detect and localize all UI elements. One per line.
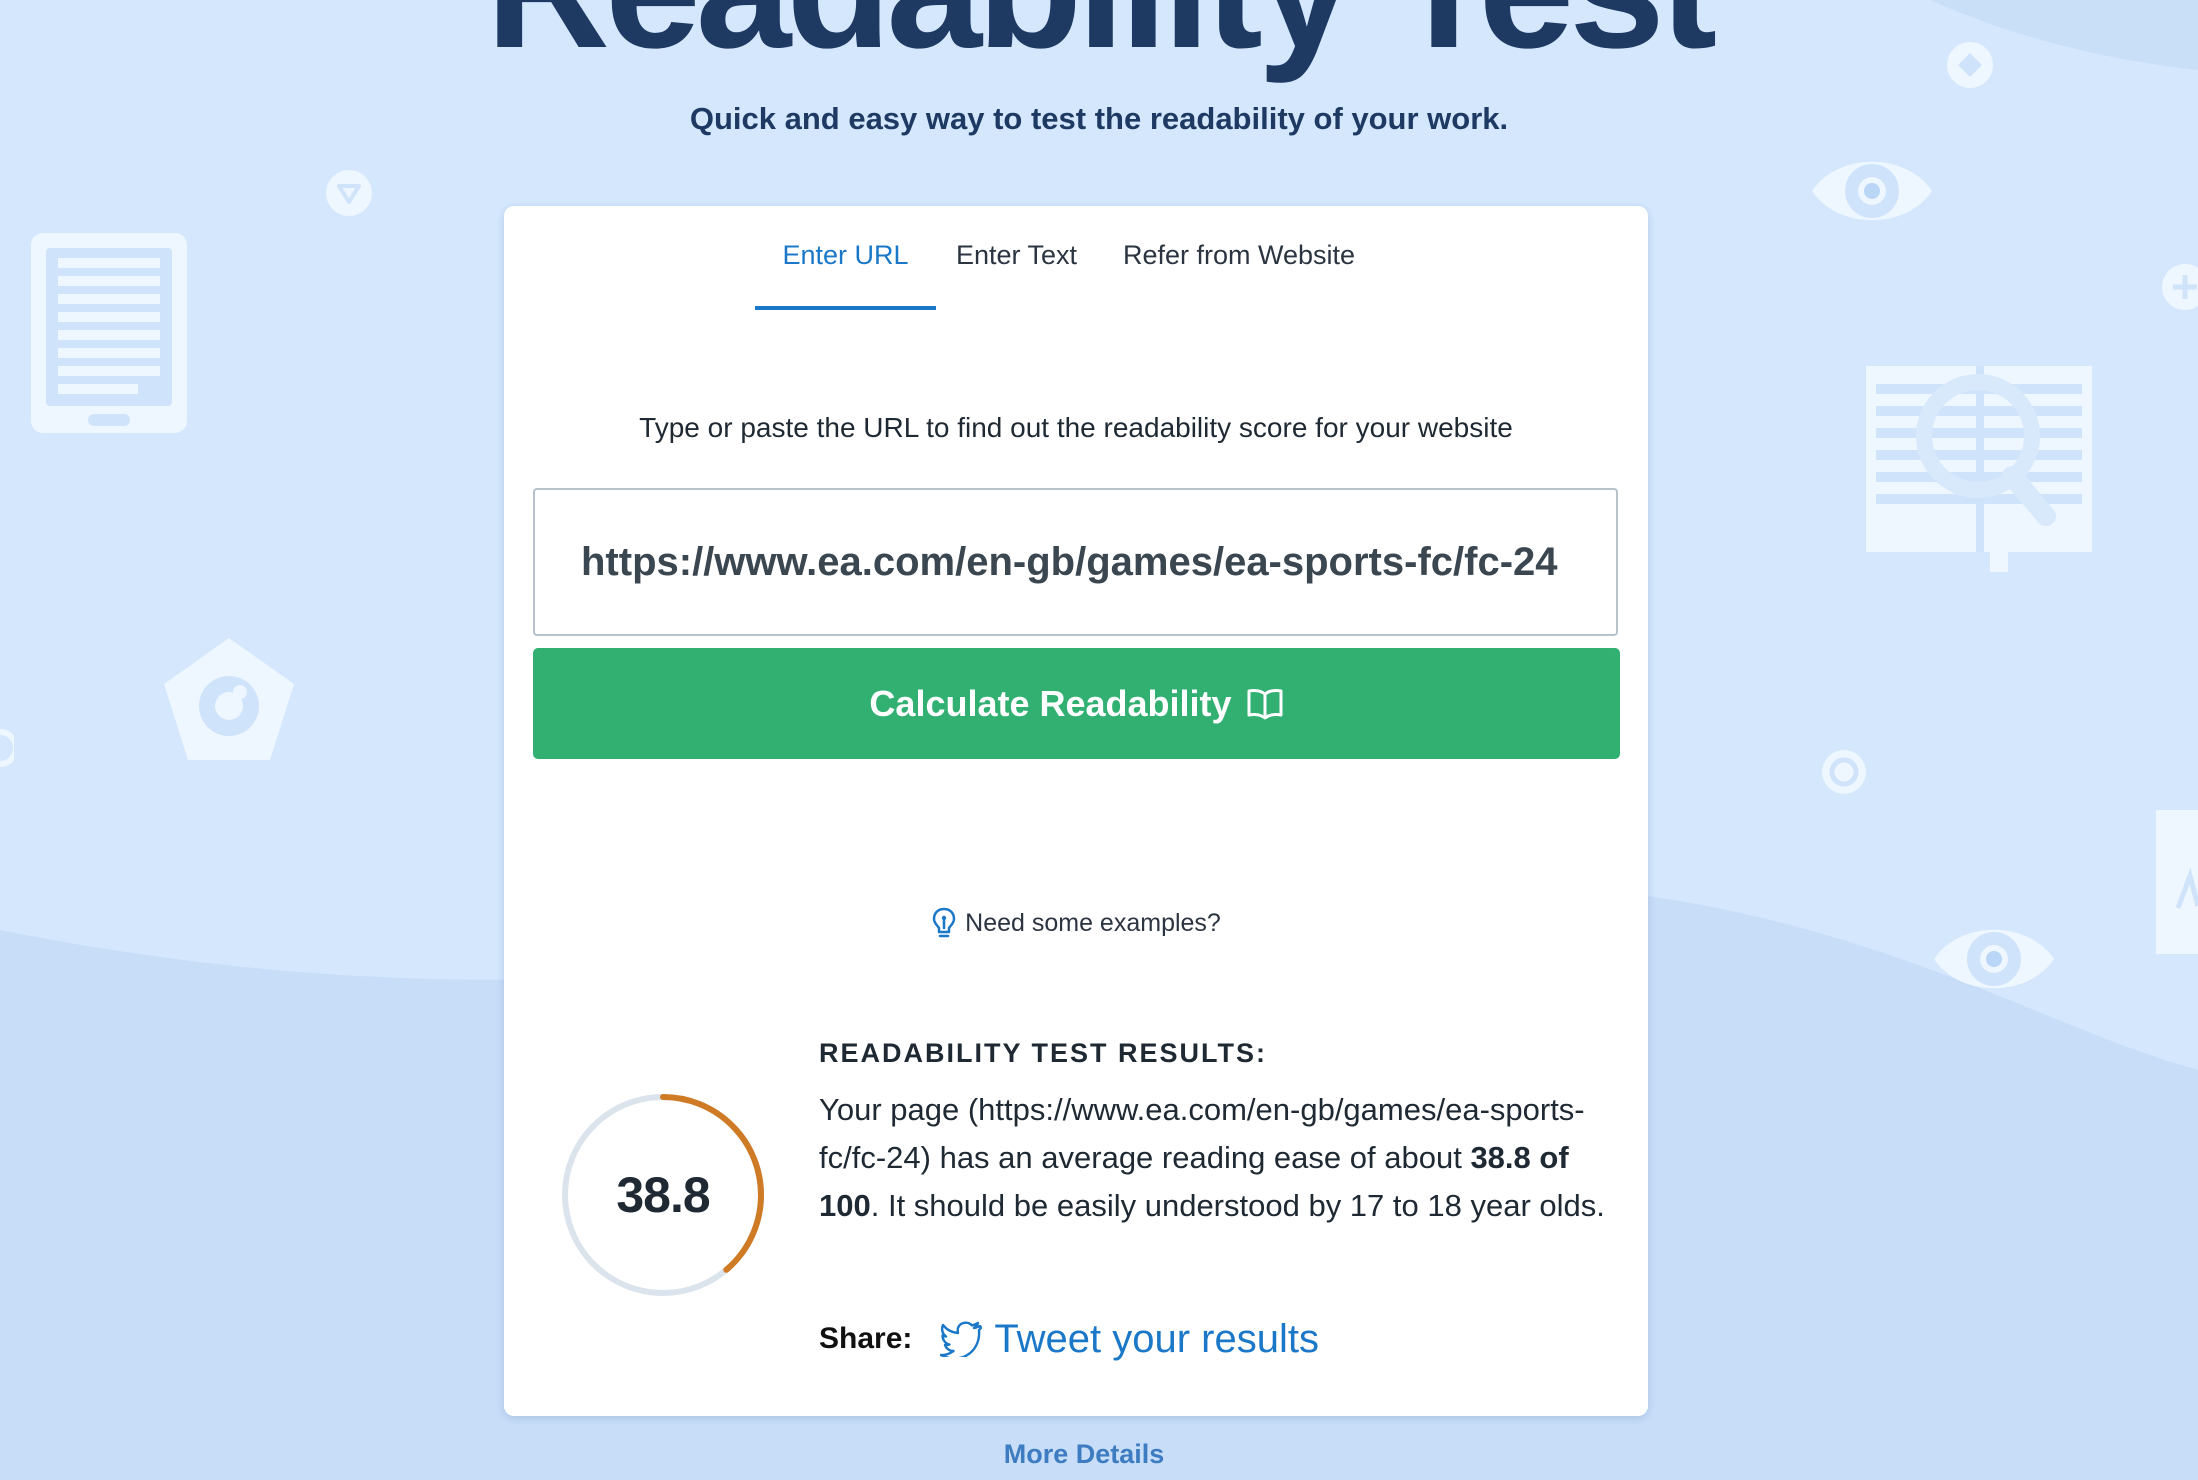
share-label: Share: (819, 1322, 913, 1355)
tab-enter-url[interactable]: Enter URL (755, 240, 936, 310)
results-text-after: . It should be easily understood by 17 t… (870, 1188, 1605, 1223)
pentagon-eye-icon (164, 638, 294, 760)
book-magnifier-icon (1866, 366, 2092, 572)
tablet-document-icon (31, 233, 187, 433)
circle-partial-icon (0, 729, 14, 767)
readability-card: Enter URL Enter Text Refer from Website … (504, 206, 1648, 1416)
eye-small-icon (1934, 929, 2054, 989)
document-edge-icon (2156, 810, 2198, 954)
tweet-results-label: Tweet your results (994, 1316, 1319, 1361)
url-instructions: Type or paste the URL to find out the re… (639, 412, 1513, 443)
calculate-readability-button[interactable]: Calculate Readability (533, 648, 1620, 759)
page-subtitle: Quick and easy way to test the readabili… (689, 101, 1509, 136)
calculate-label: Calculate Readability (869, 682, 1232, 724)
input-mode-tabs: Enter URL Enter Text Refer from Website (504, 240, 1648, 310)
tab-enter-text[interactable]: Enter Text (944, 240, 1089, 306)
twitter-bird-icon (940, 1321, 983, 1357)
page-title: Readability Test (0, 0, 2198, 74)
more-details-link[interactable]: More Details (0, 1439, 2168, 1470)
share-row: Share: Tweet your results (819, 1314, 1319, 1364)
need-examples-link[interactable]: Need some examples? (504, 906, 1648, 940)
book-open-icon (1247, 688, 1283, 719)
plus-circle-icon (2162, 264, 2198, 310)
lightbulb-icon (932, 907, 956, 938)
triangle-badge-icon (326, 170, 372, 216)
results-summary: Your page (https://www.ea.com/en-gb/game… (819, 1086, 1609, 1230)
tweet-results-link[interactable]: Tweet your results (940, 1317, 1319, 1362)
score-value: 38.8 (616, 1167, 710, 1223)
tab-refer-from-website[interactable]: Refer from Website (1109, 240, 1369, 306)
target-small-icon (1822, 750, 1866, 794)
results-heading: READABILITY TEST RESULTS: (819, 1038, 1268, 1068)
need-examples-label: Need some examples? (965, 908, 1221, 937)
eye-icon (1812, 161, 1932, 221)
url-input[interactable] (533, 488, 1618, 636)
